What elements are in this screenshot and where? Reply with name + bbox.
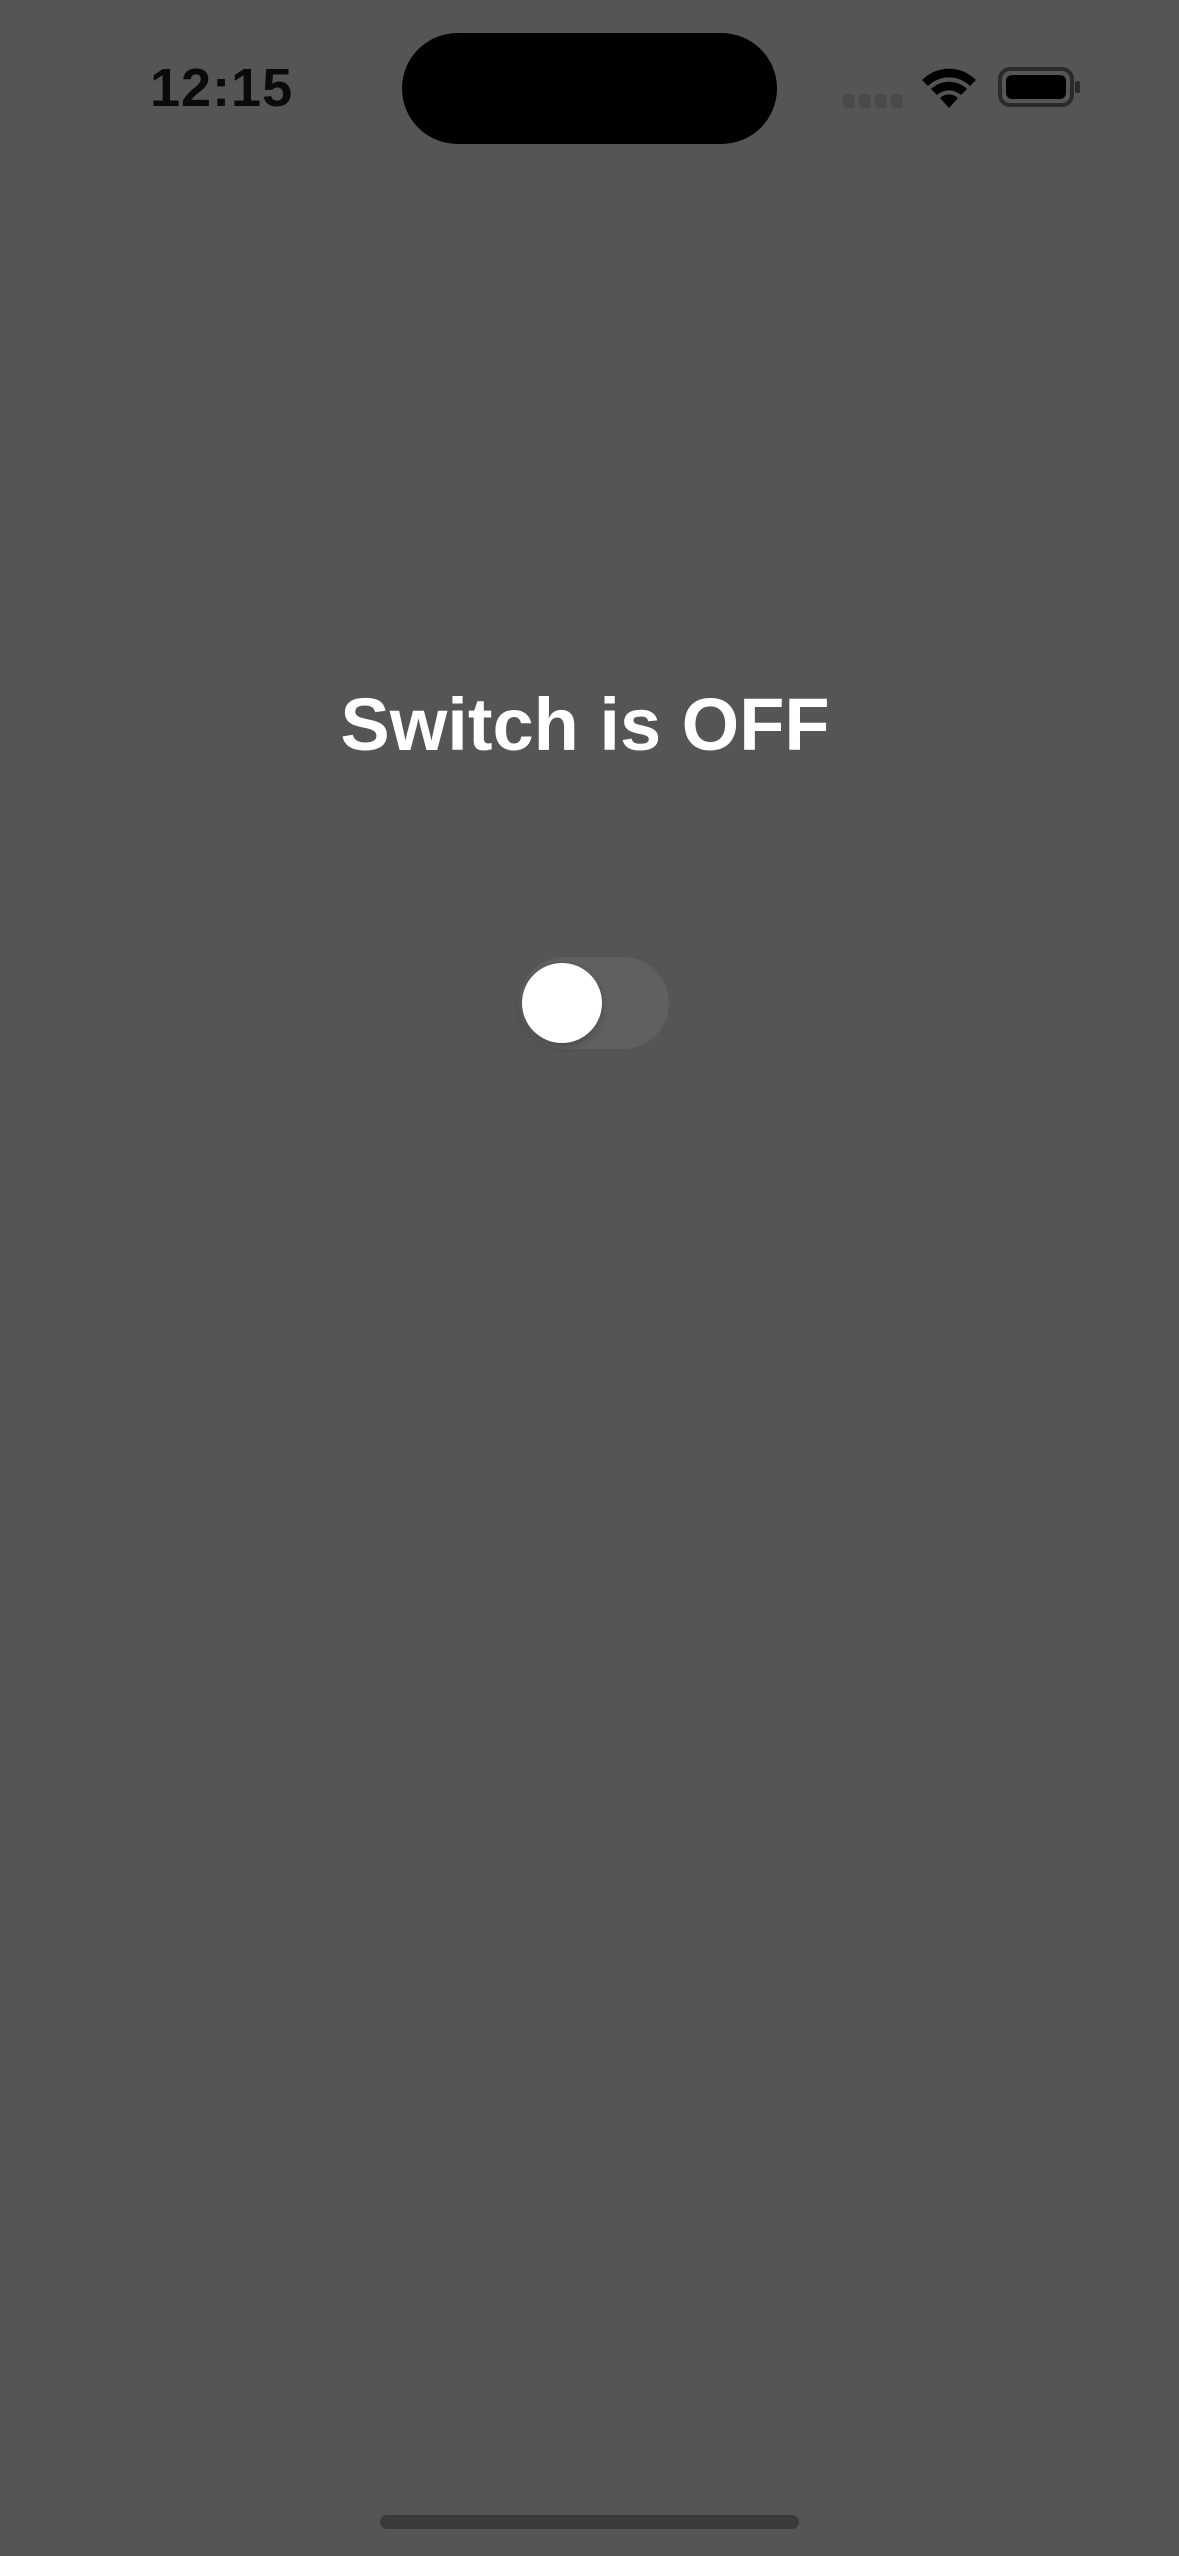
switch-toggle-knob[interactable] xyxy=(522,963,602,1043)
battery-icon xyxy=(998,67,1080,107)
home-indicator[interactable] xyxy=(380,2515,799,2529)
dynamic-island xyxy=(402,33,777,144)
wifi-icon xyxy=(922,68,976,108)
status-time: 12:15 xyxy=(150,58,294,118)
signal-dots-icon xyxy=(843,94,905,108)
switch-status-label: Switch is OFF xyxy=(340,683,830,766)
switch-toggle[interactable] xyxy=(519,957,669,1049)
status-bar: 12:15 xyxy=(0,0,1179,175)
